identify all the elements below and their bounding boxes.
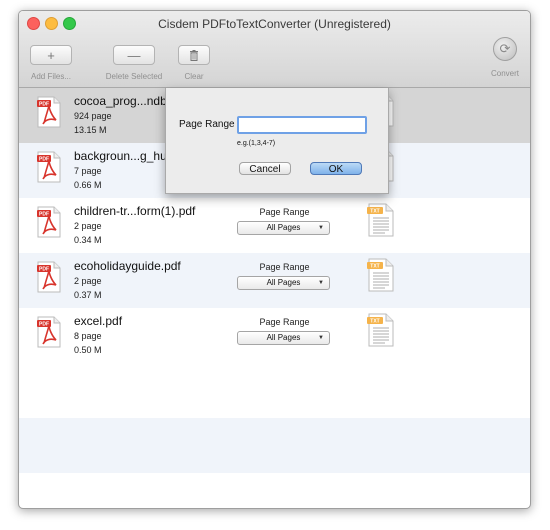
file-size: 0.50 M	[74, 345, 102, 355]
file-name: children-tr...form(1).pdf	[74, 204, 196, 218]
convert-button[interactable]: ⟳	[493, 37, 517, 61]
convert-label: Convert	[490, 69, 519, 78]
txt-file-icon: TXT	[367, 203, 394, 237]
txt-badge: TXT	[370, 264, 379, 270]
page-count: 924 page	[74, 111, 112, 121]
pdf-badge: PDF	[39, 322, 49, 328]
table-row[interactable]: PDF children-tr...form(1).pdf 2 page 0.34 M…	[19, 198, 530, 253]
page-count: 7 page	[74, 166, 102, 176]
table-row[interactable]: PDF ecoholidayguide.pdf 2 page 0.37 M Page R…	[19, 253, 530, 308]
txt-file-icon: TXT	[367, 258, 394, 292]
txt-badge: TXT	[370, 319, 379, 325]
pdf-badge: PDF	[39, 267, 49, 273]
file-name: ecoholidayguide.pdf	[74, 259, 181, 273]
minus-icon: —	[127, 47, 141, 63]
page-range-label: Page Range	[259, 262, 310, 272]
refresh-icon: ⟳	[499, 41, 511, 56]
pdf-file-icon: PDF	[37, 206, 61, 238]
txt-badge: TXT	[370, 209, 379, 215]
page-range-select[interactable]: All Pages ▼	[237, 331, 330, 345]
pdf-file-icon: PDF	[37, 151, 61, 183]
file-size: 0.66 M	[74, 180, 102, 190]
txt-file-icon: TXT	[367, 313, 394, 347]
page-range-dialog: Page Range e.g.(1,3,4-7) Cancel OK	[165, 88, 389, 194]
toolbar: Cisdem PDFtoTextConverter (Unregistered)…	[19, 11, 530, 88]
app-window: Cisdem PDFtoTextConverter (Unregistered)…	[18, 10, 531, 509]
page-range-label: Page Range	[259, 207, 310, 217]
page-count: 8 page	[74, 331, 102, 341]
pdf-badge: PDF	[39, 157, 49, 163]
delete-selected-tool[interactable]: — Delete Selected	[101, 45, 167, 81]
page-range-value: All Pages	[266, 333, 301, 342]
clear-tool[interactable]: Clear	[173, 45, 215, 81]
ok-button[interactable]: OK	[310, 162, 362, 175]
empty-row	[19, 363, 530, 418]
pdf-file-icon: PDF	[37, 261, 61, 293]
pdf-file-icon: PDF	[37, 316, 61, 348]
page-range-value: All Pages	[266, 278, 301, 287]
chevron-down-icon: ▼	[318, 225, 324, 231]
page-count: 2 page	[74, 221, 102, 231]
pdf-badge: PDF	[39, 212, 49, 218]
page-range-input[interactable]	[237, 116, 367, 134]
add-files-tool[interactable]: + Add Files...	[27, 45, 75, 81]
page-range-value: All Pages	[266, 223, 301, 232]
file-name: excel.pdf	[74, 314, 123, 328]
window-title: Cisdem PDFtoTextConverter (Unregistered)	[158, 17, 391, 31]
file-size: 0.34 M	[74, 235, 102, 245]
file-size: 0.37 M	[74, 290, 102, 300]
delete-selected-label: Delete Selected	[105, 72, 163, 81]
clear-button[interactable]	[178, 45, 210, 65]
pdf-file-icon: PDF	[37, 96, 61, 128]
page-range-select[interactable]: All Pages ▼	[237, 276, 330, 290]
page-count: 2 page	[74, 276, 102, 286]
add-files-label: Add Files...	[30, 72, 71, 81]
plus-icon: +	[47, 47, 55, 63]
delete-selected-button[interactable]: —	[113, 45, 155, 65]
empty-row	[19, 473, 530, 508]
clear-label: Clear	[184, 72, 204, 81]
trash-icon	[190, 49, 198, 61]
convert-tool[interactable]: ⟳ Convert	[485, 37, 525, 78]
page-range-label: Page Range	[259, 317, 310, 327]
chevron-down-icon: ▼	[318, 280, 324, 286]
pdf-badge: PDF	[39, 102, 49, 108]
empty-row	[19, 418, 530, 473]
dialog-hint: e.g.(1,3,4-7)	[237, 140, 276, 147]
file-size: 13.15 M	[74, 125, 107, 135]
table-row[interactable]: PDF excel.pdf 8 page 0.50 M Page Range All Pa…	[19, 308, 530, 363]
chevron-down-icon: ▼	[318, 335, 324, 341]
add-files-button[interactable]: +	[30, 45, 72, 65]
page-range-select[interactable]: All Pages ▼	[237, 221, 330, 235]
cancel-button[interactable]: Cancel	[239, 162, 291, 175]
dialog-label: Page Range	[179, 119, 235, 130]
